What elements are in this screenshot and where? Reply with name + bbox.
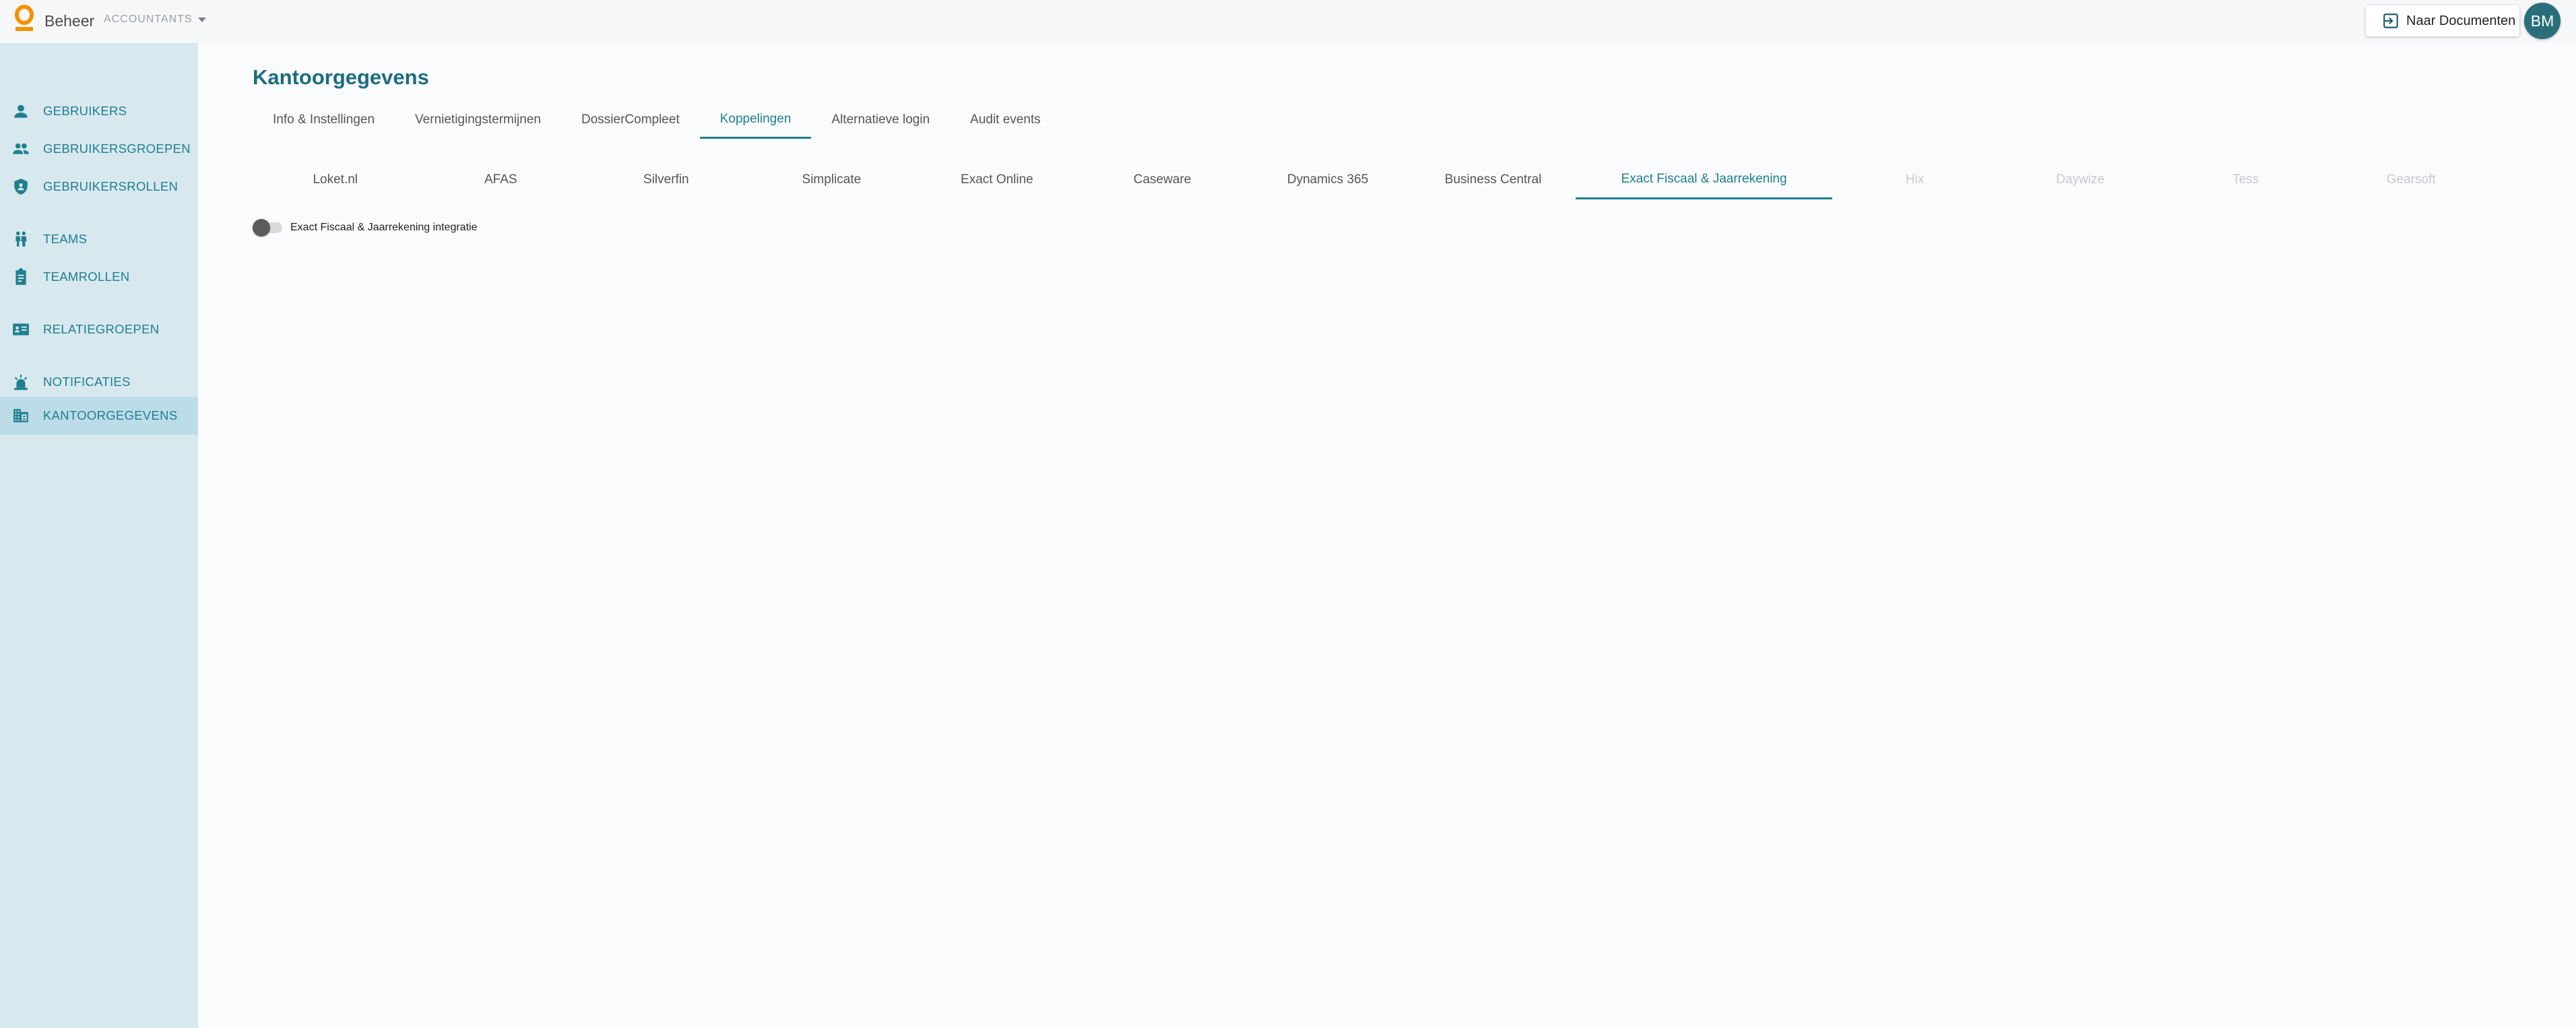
tab-koppelingen[interactable]: Koppelingen (699, 101, 812, 139)
sidebar-item-kantoorgegevens[interactable]: KANTOORGEGEVENS (0, 397, 198, 435)
building-icon (13, 409, 28, 422)
top-bar: Beheer ACCOUNTANTS Naar Documenten BM (0, 0, 2576, 43)
app-logo[interactable] (13, 4, 35, 34)
person-icon (14, 104, 28, 118)
subtab-hix: Hix (1905, 172, 1925, 187)
toggle-thumb (253, 219, 270, 236)
page-title: Kantoorgegevens (253, 65, 429, 89)
tab-alternatieve-login[interactable]: Alternatieve login (811, 101, 950, 139)
app-name: Beheer (44, 12, 95, 30)
contact-card-icon (13, 323, 29, 335)
sidebar-item-label: TEAMS (43, 232, 88, 246)
sidebar-item-label: NOTIFICATIES (43, 375, 131, 389)
alarm-icon (14, 375, 28, 390)
subtab-business-central[interactable]: Business Central (1411, 160, 1576, 199)
group-icon (13, 143, 29, 154)
subtab-dynamics-365[interactable]: Dynamics 365 (1245, 160, 1411, 199)
integration-toggle-row: Exact Fiscaal & Jaarrekening integratie (253, 219, 477, 236)
subtab-tess: Tess (2232, 172, 2259, 187)
sidebar: GEBRUIKERS GEBRUIKERSGROEPEN GEBRUIKERSR… (0, 43, 198, 1028)
context-dropdown-label: ACCOUNTANTS (104, 13, 193, 25)
user-avatar[interactable]: BM (2524, 3, 2561, 39)
integration-tabs: Loket.nl AFAS Silverfin Simplicate Exact… (253, 160, 2494, 199)
sidebar-item-label: TEAMROLLEN (43, 269, 130, 284)
subtab-afas[interactable]: AFAS (418, 160, 584, 199)
sidebar-item-label: RELATIEGROEPEN (43, 322, 160, 336)
naar-documenten-button[interactable]: Naar Documenten (2366, 5, 2519, 36)
exit-to-app-icon (2383, 13, 2398, 28)
sidebar-item-relatiegroepen[interactable]: RELATIEGROEPEN (0, 311, 198, 348)
sidebar-item-label: GEBRUIKERSGROEPEN (43, 141, 191, 156)
tab-info-instellingen[interactable]: Info & Instellingen (253, 101, 395, 139)
subtab-exact-fiscaal-jaarrekening[interactable]: Exact Fiscaal & Jaarrekening (1576, 160, 1832, 199)
subtab-loket[interactable]: Loket.nl (253, 160, 418, 199)
integration-toggle[interactable] (253, 219, 282, 236)
sidebar-item-label: GEBRUIKERS (43, 104, 127, 118)
sidebar-item-gebruikersrollen[interactable]: GEBRUIKERSROLLEN (0, 168, 198, 205)
shield-icon (14, 179, 28, 195)
subtab-daywize: Daywize (2056, 172, 2105, 187)
main-tabs: Info & Instellingen Vernietigingstermijn… (253, 101, 1061, 139)
naar-documenten-label: Naar Documenten (2406, 13, 2516, 28)
sidebar-item-gebruikers[interactable]: GEBRUIKERS (0, 92, 198, 130)
sidebar-item-teamrollen[interactable]: TEAMROLLEN (0, 258, 198, 296)
subtab-silverfin[interactable]: Silverfin (583, 160, 749, 199)
subtab-simplicate[interactable]: Simplicate (749, 160, 915, 199)
subtab-exact-online[interactable]: Exact Online (914, 160, 1080, 199)
sidebar-item-gebruikersgroepen[interactable]: GEBRUIKERSGROEPEN (0, 130, 198, 168)
sidebar-item-notificaties[interactable]: NOTIFICATIES (0, 363, 198, 401)
subtab-caseware[interactable]: Caseware (1080, 160, 1246, 199)
sidebar-item-teams[interactable]: TEAMS (0, 220, 198, 258)
tab-vernietigingstermijnen[interactable]: Vernietigingstermijnen (395, 101, 561, 139)
context-dropdown[interactable]: ACCOUNTANTS (104, 13, 206, 26)
chevron-down-icon (197, 17, 206, 22)
sidebar-item-label: GEBRUIKERSROLLEN (43, 179, 179, 193)
tab-audit-events[interactable]: Audit events (950, 101, 1061, 139)
team-icon (15, 231, 27, 247)
clipboard-icon (15, 268, 26, 285)
sidebar-item-label: KANTOORGEGEVENS (43, 408, 178, 422)
subtab-gearsoft: Gearsoft (2386, 172, 2436, 187)
integration-toggle-label: Exact Fiscaal & Jaarrekening integratie (290, 222, 478, 233)
tab-dossiercompleet[interactable]: DossierCompleet (561, 101, 700, 139)
